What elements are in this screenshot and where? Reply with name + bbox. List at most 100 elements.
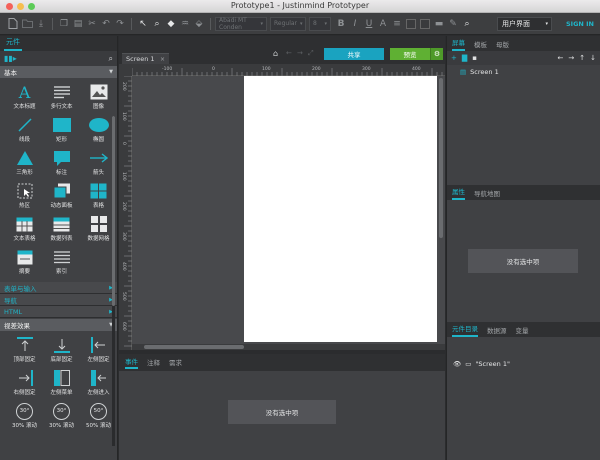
widget-pin-top[interactable]: 顶部固定 — [8, 334, 41, 367]
redo-icon[interactable]: ↷ — [113, 17, 127, 31]
copy-icon[interactable]: ❐ — [57, 17, 71, 31]
tab-templates[interactable]: 模板 — [474, 39, 487, 51]
design-canvas[interactable] — [132, 76, 445, 344]
widget-line[interactable]: 线段 — [8, 114, 41, 147]
widget-scroll-30-b[interactable]: 30° 30% 滚动 — [45, 400, 78, 433]
widget-ellipse[interactable]: 椭圆 — [82, 114, 115, 147]
screen-artboard[interactable] — [244, 76, 437, 342]
paint-bucket-icon[interactable]: ⬙ — [192, 17, 206, 31]
arrow-up-icon[interactable]: ↑ — [579, 54, 585, 62]
widget-arrow[interactable]: 箭头 — [82, 147, 115, 180]
section-navigation[interactable]: 导航▶ — [0, 294, 117, 306]
pencil-icon[interactable]: ✎ — [446, 17, 460, 31]
widget-slide-in-left[interactable]: 左侧进入 — [82, 367, 115, 400]
widget-data-grid[interactable]: 数据网格 — [82, 213, 115, 246]
share-button[interactable]: 共享 — [324, 48, 384, 60]
search-icon[interactable]: ⌕ — [460, 17, 474, 31]
tab-events[interactable]: 事件 — [125, 356, 138, 369]
eraser-icon[interactable]: ◆ — [164, 17, 178, 31]
text-color-icon[interactable]: A — [376, 17, 390, 31]
widget-rectangle[interactable]: 矩形 — [45, 114, 78, 147]
add-screen-icon[interactable]: + — [451, 54, 457, 62]
tab-comments[interactable]: 注释 — [147, 357, 160, 368]
tab-screen-1[interactable]: Screen 1 × — [122, 53, 169, 64]
widget-multiline-text[interactable]: 多行文本 — [45, 81, 78, 114]
tab-screens[interactable]: 屏幕 — [452, 37, 465, 51]
sign-in-link[interactable]: SIGN IN — [566, 20, 594, 28]
border-style-icon[interactable]: ▬ — [432, 17, 446, 31]
tab-outline[interactable]: 元件目录 — [452, 323, 478, 337]
font-family-select[interactable]: Abadi MT Conden ▾ — [215, 16, 267, 31]
zoom-icon[interactable]: ⌕ — [150, 17, 164, 31]
arrow-right-icon[interactable]: → — [568, 54, 574, 62]
font-style-select[interactable]: Regular ▾ — [270, 16, 306, 31]
download-icon[interactable]: ⤓ — [34, 17, 48, 31]
cut-icon[interactable]: ✂ — [85, 17, 99, 31]
preview-settings-button[interactable]: ⚙ — [430, 48, 443, 60]
widget-dynamic-panel[interactable]: 动态面板 — [45, 180, 78, 213]
widget-text-heading[interactable]: A 文本标题 — [8, 81, 41, 114]
slide-in-left-icon — [89, 369, 109, 387]
screen-list-item[interactable]: ▤ Screen 1 — [447, 65, 600, 78]
section-parallax[interactable]: 视差效果▼ — [0, 319, 117, 331]
new-file-icon[interactable] — [6, 17, 20, 31]
back-icon[interactable]: ← — [286, 49, 292, 57]
tab-navigation-map[interactable]: 导航地图 — [474, 188, 500, 200]
widget-text-table[interactable]: 文本表格 — [8, 213, 41, 246]
delete-icon[interactable]: ▪ — [472, 54, 477, 62]
widget-left-menu[interactable]: 左侧菜单 — [45, 367, 78, 400]
format-painter-icon[interactable]: ♒ — [178, 17, 192, 31]
close-icon[interactable]: × — [160, 56, 165, 63]
add-folder-icon[interactable]: ▇ — [462, 54, 467, 62]
widget-pin-right[interactable]: 右侧固定 — [8, 367, 41, 400]
search-icon[interactable]: ⌕ — [109, 54, 113, 64]
tab-widgets[interactable]: 元件 — [4, 37, 22, 51]
widget-data-list[interactable]: 数据列表 — [45, 213, 78, 246]
widget-index[interactable]: 索引 — [45, 246, 78, 279]
forward-icon[interactable]: → — [297, 49, 303, 57]
widget-callout[interactable]: 标注 — [45, 147, 78, 180]
widget-hotspot[interactable]: 热区 — [8, 180, 41, 213]
widget-table[interactable]: 表格 — [82, 180, 115, 213]
widget-scroll-50[interactable]: 50° 50% 滚动 — [82, 400, 115, 433]
widget-triangle[interactable]: 三角形 — [8, 147, 41, 180]
eye-icon[interactable]: 👁 — [453, 360, 461, 368]
border-color-swatch[interactable] — [420, 18, 430, 29]
section-forms[interactable]: 表单与输入▶ — [0, 282, 117, 294]
italic-icon[interactable]: I — [348, 17, 362, 31]
ui-mode-select[interactable]: 用户界面 ▾ — [497, 17, 552, 31]
ruler-label: 600 — [121, 322, 127, 331]
arrow-down-icon[interactable]: ↓ — [590, 54, 596, 62]
tab-requirements[interactable]: 需求 — [169, 357, 182, 368]
tab-masters[interactable]: 母版 — [496, 39, 509, 51]
left-panel-scrollbar[interactable] — [112, 116, 115, 446]
canvas-vertical-scrollbar[interactable] — [439, 78, 443, 238]
font-size-select[interactable]: 8 ▾ — [309, 16, 331, 31]
canvas-horizontal-scrollbar[interactable] — [132, 344, 445, 350]
home-icon[interactable]: ⌂ — [273, 49, 278, 58]
undo-icon[interactable]: ↶ — [99, 17, 113, 31]
tab-data-sources[interactable]: 数据源 — [487, 325, 507, 337]
paste-icon[interactable]: ▤ — [71, 17, 85, 31]
widget-scroll-30-a[interactable]: 30° 30% 滚动 — [8, 400, 41, 433]
bold-icon[interactable]: B — [334, 17, 348, 31]
outline-item[interactable]: 👁 ▭ "Screen 1" — [447, 357, 510, 370]
section-html[interactable]: HTML▶ — [0, 306, 117, 318]
library-icon[interactable]: ▮▮▸ — [4, 54, 17, 63]
widget-summary[interactable]: 摘要 — [8, 246, 41, 279]
section-basic[interactable]: 基本 ▼ — [0, 66, 117, 78]
open-folder-icon[interactable] — [20, 17, 34, 31]
widget-pin-left[interactable]: 左侧固定 — [82, 334, 115, 367]
widget-pin-bottom[interactable]: 底部固定 — [45, 334, 78, 367]
ruler-label: 100 — [262, 66, 271, 72]
fill-color-swatch[interactable] — [406, 18, 416, 29]
tab-variables[interactable]: 变量 — [516, 325, 529, 337]
preview-button[interactable]: 预览 — [390, 48, 430, 60]
expand-icon[interactable]: ⤢ — [308, 49, 314, 58]
select-pointer-icon[interactable]: ↖ — [136, 17, 150, 31]
align-icon[interactable]: ≡ — [390, 17, 404, 31]
arrow-left-icon[interactable]: ← — [558, 54, 564, 62]
tab-properties[interactable]: 属性 — [452, 186, 465, 200]
widget-image[interactable]: 图像 — [82, 81, 115, 114]
underline-icon[interactable]: U — [362, 17, 376, 31]
